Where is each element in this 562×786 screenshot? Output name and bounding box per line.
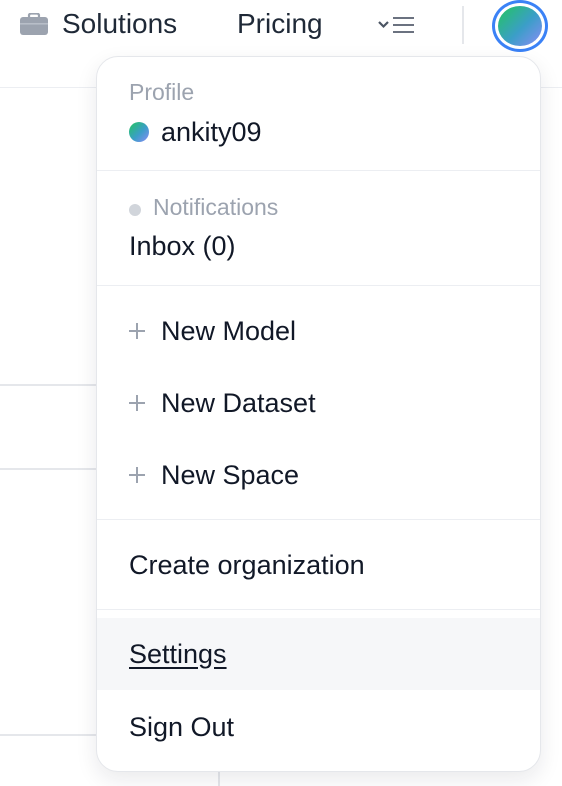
new-model-item[interactable]: New Model bbox=[97, 301, 540, 361]
nav-solutions-link[interactable]: Solutions bbox=[20, 4, 177, 44]
plus-icon bbox=[129, 467, 145, 483]
chevron-down-list-icon bbox=[378, 17, 414, 33]
menu-divider bbox=[97, 285, 540, 286]
inbox-label: Inbox (0) bbox=[129, 230, 236, 261]
menu-divider bbox=[97, 170, 540, 171]
user-dropdown-menu: Profile ankity09 Notifications Inbox (0)… bbox=[96, 56, 541, 772]
nav-pricing-link[interactable]: Pricing bbox=[237, 4, 323, 44]
create-organization-label: Create organization bbox=[129, 549, 365, 580]
user-avatar bbox=[498, 6, 542, 46]
nav-solutions-label: Solutions bbox=[62, 8, 178, 39]
background-divider bbox=[0, 468, 100, 470]
plus-icon bbox=[129, 323, 145, 339]
settings-label: Settings bbox=[129, 638, 227, 669]
background-divider bbox=[0, 734, 100, 736]
background-divider bbox=[0, 384, 100, 386]
new-space-label: New Space bbox=[161, 459, 300, 490]
plus-icon bbox=[129, 395, 145, 411]
profile-section-label: Profile bbox=[129, 79, 195, 105]
user-avatar-button[interactable] bbox=[492, 0, 548, 52]
profile-link[interactable]: ankity09 bbox=[129, 115, 262, 149]
new-model-label: New Model bbox=[161, 315, 297, 346]
sign-out-item[interactable]: Sign Out bbox=[97, 697, 540, 757]
briefcase-icon bbox=[20, 13, 48, 35]
username: ankity09 bbox=[161, 116, 262, 147]
sign-out-label: Sign Out bbox=[129, 711, 235, 742]
new-dataset-item[interactable]: New Dataset bbox=[97, 373, 540, 433]
settings-item[interactable]: Settings bbox=[97, 618, 540, 690]
more-menu-button[interactable] bbox=[376, 12, 420, 38]
user-avatar-small bbox=[129, 122, 149, 142]
nav-divider bbox=[462, 6, 464, 44]
inbox-link[interactable]: Inbox (0) bbox=[129, 229, 236, 263]
nav-pricing-label: Pricing bbox=[237, 8, 323, 39]
create-organization-item[interactable]: Create organization bbox=[97, 535, 540, 595]
menu-divider bbox=[97, 609, 540, 610]
page: Solutions Pricing Profile ankity09 Notif… bbox=[0, 0, 562, 786]
new-space-item[interactable]: New Space bbox=[97, 445, 540, 505]
notification-status-dot bbox=[129, 204, 141, 216]
notifications-section-label: Notifications bbox=[153, 194, 279, 220]
menu-divider bbox=[97, 519, 540, 520]
new-dataset-label: New Dataset bbox=[161, 387, 316, 418]
